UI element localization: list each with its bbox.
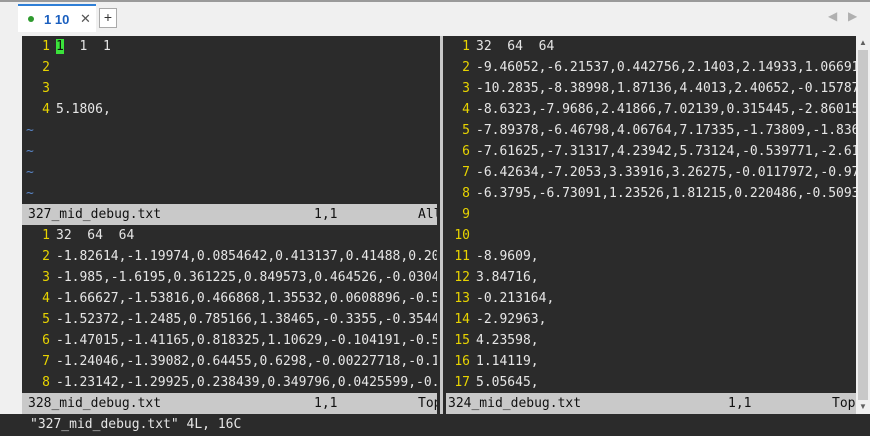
tilde-marker: ~ — [26, 165, 34, 180]
line-number: 5 — [462, 123, 470, 138]
modified-dot-icon — [28, 16, 34, 22]
line-text: -8.9609, — [476, 249, 539, 264]
tab-prev-icon[interactable]: ◀ — [828, 9, 837, 23]
line-text: -1.82614,-1.19974,0.0854642,0.413137,0.4… — [56, 249, 437, 264]
line-number: 15 — [454, 333, 470, 348]
line-text: -1.47015,-1.41165,0.818325,1.10629,-0.10… — [56, 333, 437, 348]
vertical-scrollbar[interactable]: ▲ ▼ — [856, 36, 870, 414]
line-number: 4 — [42, 291, 50, 306]
tilde-marker: ~ — [26, 186, 34, 201]
line-number: 7 — [462, 165, 470, 180]
line-text: 5.05645, — [476, 375, 539, 390]
line-number: 3 — [42, 270, 50, 285]
line-text: -7.61625,-7.31317,4.23942,5.73124,-0.539… — [476, 144, 856, 159]
line-text: 1 1 1 — [56, 36, 111, 57]
line-number: 13 — [454, 291, 470, 306]
line-number: 1 — [42, 39, 50, 54]
line-number: 2 — [42, 249, 50, 264]
line-number: 10 — [454, 228, 470, 243]
line-number: 5 — [42, 312, 50, 327]
line-number: 6 — [462, 144, 470, 159]
line-text: -1.66627,-1.53816,0.466868,1.35532,0.060… — [56, 291, 437, 306]
line-number: 14 — [454, 312, 470, 327]
add-tab-button[interactable]: + — [99, 8, 117, 28]
line-text: -1.23142,-1.29925,0.238439,0.349796,0.04… — [56, 375, 437, 390]
line-number: 4 — [42, 102, 50, 117]
line-text: -1.985,-1.6195,0.361225,0.849573,0.46452… — [56, 270, 437, 285]
scroll-down-icon[interactable]: ▼ — [859, 402, 867, 411]
editor-pane-328[interactable]: 1 32 64 64 2 -1.82614,-1.19974,0.0854642,0… — [22, 225, 437, 393]
line-number: 3 — [42, 81, 50, 96]
line-text: -2.92963, — [476, 312, 547, 327]
line-text: -0.213164, — [476, 291, 555, 306]
line-number: 16 — [454, 354, 470, 369]
line-text-rest: 1 1 — [63, 39, 111, 54]
line-text: 4.23598, — [476, 333, 539, 348]
status-line-324: 324_mid_debug.txt 1,1 Top — [446, 393, 856, 414]
tab-next-icon[interactable]: ▶ — [848, 9, 857, 23]
editor-pane-324[interactable]: 1 32 64 64 2 -9.46052,-6.21537,0.442756,2.… — [446, 36, 856, 393]
tab-label: 1 10 — [44, 12, 70, 27]
line-text: -6.3795,-6.73091,1.23526,1.81215,0.22048… — [476, 186, 856, 201]
line-number: 1 — [462, 39, 470, 54]
line-text: 3.84716, — [476, 270, 539, 285]
status-scroll: Top — [832, 396, 856, 411]
line-text: 5.1806, — [56, 102, 111, 117]
text-cursor: 1 — [56, 39, 64, 54]
status-filename: 328_mid_debug.txt — [28, 396, 162, 411]
close-icon[interactable]: ✕ — [80, 11, 91, 27]
line-number: 17 — [454, 375, 470, 390]
scrollbar-thumb[interactable] — [858, 50, 868, 400]
tilde-marker: ~ — [26, 144, 34, 159]
tab-active[interactable]: 1 10 ✕ — [18, 4, 96, 32]
line-text: -10.2835,-8.38998,1.87136,4.4013,2.40652… — [476, 81, 856, 96]
line-number: 9 — [462, 207, 470, 222]
line-number: 4 — [462, 102, 470, 117]
line-number: 8 — [42, 375, 50, 390]
line-number: 6 — [42, 333, 50, 348]
line-number: 1 — [42, 228, 50, 243]
line-text: -9.46052,-6.21537,0.442756,2.1403,2.1493… — [476, 60, 856, 75]
line-text: 1.14119, — [476, 354, 539, 369]
status-filename: 327_mid_debug.txt — [28, 207, 162, 222]
tilde-marker: ~ — [26, 123, 34, 138]
line-text: 32 64 64 — [56, 228, 135, 243]
scroll-up-icon[interactable]: ▲ — [859, 38, 867, 47]
line-text: -8.6323,-7.9686,2.41866,7.02139,0.315445… — [476, 102, 856, 117]
line-text: -1.24046,-1.39082,0.64455,0.6298,-0.0022… — [56, 354, 437, 369]
line-text: 32 64 64 — [476, 39, 555, 54]
line-number: 7 — [42, 354, 50, 369]
line-number: 12 — [454, 270, 470, 285]
line-number: 11 — [454, 249, 470, 264]
line-text: -7.89378,-6.46798,4.06764,7.17335,-1.738… — [476, 123, 856, 138]
line-number: 2 — [42, 60, 50, 75]
status-position: 1,1 — [314, 396, 338, 411]
status-position: 1,1 — [314, 207, 338, 222]
status-line-327: 327_mid_debug.txt 1,1 All — [22, 204, 440, 225]
left-gutter-strip — [0, 36, 22, 414]
line-number: 8 — [462, 186, 470, 201]
status-position: 1,1 — [728, 396, 752, 411]
line-text: -6.42634,-7.2053,3.33916,3.26275,-0.0117… — [476, 165, 856, 180]
vertical-split-separator[interactable] — [437, 36, 446, 414]
editor-pane-327[interactable]: 1 1 1 1 2 3 4 5.1806, ~ ~ ~ ~ — [22, 36, 437, 204]
top-border — [0, 0, 870, 2]
line-number: 2 — [462, 60, 470, 75]
separator-bar — [440, 36, 443, 414]
line-text: -1.52372,-1.2485,0.785166,1.38465,-0.335… — [56, 312, 437, 327]
status-line-328: 328_mid_debug.txt 1,1 Top — [22, 393, 440, 414]
command-message-line: "327_mid_debug.txt" 4L, 16C — [30, 417, 242, 432]
status-filename: 324_mid_debug.txt — [448, 396, 582, 411]
tab-bar: 1 10 ✕ + ◀ ▶ — [0, 0, 870, 36]
line-number: 3 — [462, 81, 470, 96]
